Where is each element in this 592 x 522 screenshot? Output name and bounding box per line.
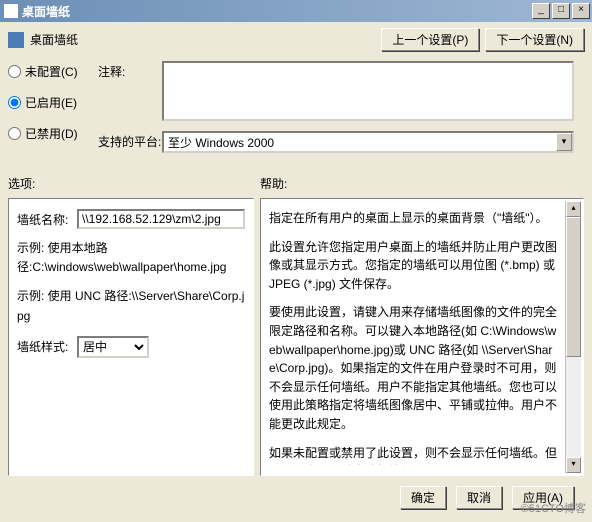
help-p4: 如果未配置或禁用了此设置，则不会显示任何墙纸。但是，用户可以随意选择墙纸。 xyxy=(269,444,559,465)
prev-setting-button[interactable]: 上一个设置(P) xyxy=(381,28,479,51)
comment-textarea[interactable] xyxy=(162,61,574,121)
radio-disabled[interactable] xyxy=(8,127,21,140)
wallpaper-name-input[interactable] xyxy=(77,209,245,229)
window-title: 桌面墙纸 xyxy=(22,3,532,20)
options-section-label: 选项: xyxy=(8,175,260,192)
app-icon xyxy=(4,4,18,18)
help-scrollbar[interactable]: ▴ ▾ xyxy=(565,201,581,473)
radio-not-configured-label[interactable]: 未配置(C) xyxy=(8,63,98,80)
section-labels: 选项: 帮助: xyxy=(8,175,584,192)
title-bar: 桌面墙纸 _ □ × xyxy=(0,0,592,22)
footer-buttons: 确定 取消 应用(A) xyxy=(8,476,584,509)
example-local-path: 径:C:\windows\web\wallpaper\home.jpg xyxy=(17,260,226,274)
minimize-button[interactable]: _ xyxy=(532,3,550,19)
header-row: 桌面墙纸 上一个设置(P) 下一个设置(N) xyxy=(8,28,584,51)
watermark: ©51CTO博客 xyxy=(521,500,586,516)
comment-label: 注释: xyxy=(98,61,162,80)
cancel-button[interactable]: 取消 xyxy=(456,486,502,509)
state-radios: 未配置(C) 已启用(E) 已禁用(D) xyxy=(8,61,98,142)
field-column: 注释: 支持的平台: ▾ xyxy=(98,61,584,163)
scroll-up-icon[interactable]: ▴ xyxy=(566,201,581,217)
help-panel: 指定在所有用户的桌面上显示的桌面背景（"墙纸"）。 此设置允许您指定用户桌面上的… xyxy=(260,198,584,476)
example-local: 示例: 使用本地路 径:C:\windows\web\wallpaper\hom… xyxy=(17,239,245,277)
help-text: 指定在所有用户的桌面上显示的桌面背景（"墙纸"）。 此设置允许您指定用户桌面上的… xyxy=(269,209,575,465)
policy-title: 桌面墙纸 xyxy=(30,31,381,48)
help-p3: 要使用此设置，请键入用来存储墙纸图像的文件的完全限定路径和名称。可以键入本地路径… xyxy=(269,303,559,433)
maximize-button[interactable]: □ xyxy=(552,3,570,19)
radio-enabled-text: 已启用(E) xyxy=(25,94,77,111)
example-local-title: 示例: 使用本地路 xyxy=(17,241,108,255)
help-p1: 指定在所有用户的桌面上显示的桌面背景（"墙纸"）。 xyxy=(269,209,559,228)
radio-not-configured-text: 未配置(C) xyxy=(25,63,78,80)
config-row: 未配置(C) 已启用(E) 已禁用(D) 注释: 支持的平台: ▾ xyxy=(8,61,584,163)
radio-not-configured[interactable] xyxy=(8,65,21,78)
policy-icon xyxy=(8,32,24,48)
example-unc: 示例: 使用 UNC 路径:\\Server\Share\Corp.jpg xyxy=(17,287,245,325)
wallpaper-style-select[interactable]: 居中 xyxy=(77,336,149,358)
help-p2: 此设置允许您指定用户桌面上的墙纸并防止用户更改图像或其显示方式。您指定的墙纸可以… xyxy=(269,238,559,294)
window-buttons: _ □ × xyxy=(532,3,590,19)
help-section-label: 帮助: xyxy=(260,175,584,192)
wallpaper-style-label: 墙纸样式: xyxy=(17,338,73,355)
radio-disabled-text: 已禁用(D) xyxy=(25,125,78,142)
panels: 墙纸名称: 示例: 使用本地路 径:C:\windows\web\wallpap… xyxy=(8,198,584,476)
ok-button[interactable]: 确定 xyxy=(400,486,446,509)
platform-field[interactable] xyxy=(162,131,574,153)
close-button[interactable]: × xyxy=(572,3,590,19)
client-area: 桌面墙纸 上一个设置(P) 下一个设置(N) 未配置(C) 已启用(E) 已禁用… xyxy=(0,22,592,509)
options-panel: 墙纸名称: 示例: 使用本地路 径:C:\windows\web\wallpap… xyxy=(8,198,254,476)
radio-disabled-label[interactable]: 已禁用(D) xyxy=(8,125,98,142)
next-setting-button[interactable]: 下一个设置(N) xyxy=(485,28,584,51)
scroll-thumb[interactable] xyxy=(566,217,581,357)
platform-dropdown-icon[interactable]: ▾ xyxy=(556,133,572,151)
radio-enabled[interactable] xyxy=(8,96,21,109)
wallpaper-name-label: 墙纸名称: xyxy=(17,211,73,228)
scroll-down-icon[interactable]: ▾ xyxy=(566,457,581,473)
radio-enabled-label[interactable]: 已启用(E) xyxy=(8,94,98,111)
platform-label: 支持的平台: xyxy=(98,131,162,150)
